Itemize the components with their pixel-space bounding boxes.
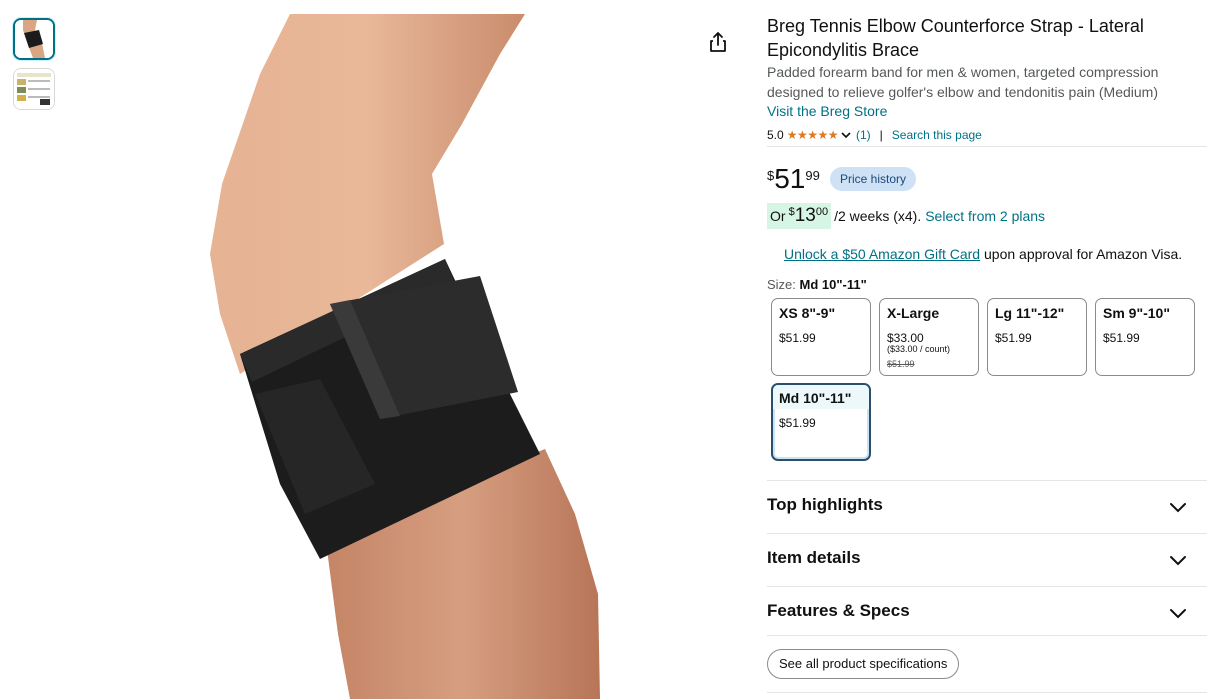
section-title: Item details (767, 548, 861, 567)
price-history-button[interactable]: Price history (830, 167, 917, 191)
chevron-down-icon (1170, 556, 1186, 566)
select-plans-link[interactable]: Select from 2 plans (925, 208, 1045, 224)
thumbnail-infographic[interactable] (13, 68, 55, 110)
size-option-price: $51.99 (779, 416, 816, 430)
size-option-unit-price: ($33.00 / count) (887, 344, 951, 354)
divider (767, 146, 1207, 147)
thumbnail-image (14, 69, 54, 109)
installment-price-badge: Or $ 13 00 (767, 203, 832, 229)
installment-fraction: 00 (815, 206, 829, 218)
price-fraction: 99 (805, 168, 820, 183)
size-option-sm[interactable]: Sm 9"-10" $51.99 (1095, 298, 1195, 376)
giftcard-link[interactable]: Unlock a $50 Amazon Gift Card (784, 246, 980, 262)
size-option-name: XS 8"-9" (779, 305, 836, 321)
size-option-lg[interactable]: Lg 11"-12" $51.99 (987, 298, 1087, 376)
giftcard-offer: Unlock a $50 Amazon Gift Card upon appro… (784, 246, 1182, 262)
size-option-list-price: $51.99 (887, 359, 915, 369)
product-price: $ 51 99 (767, 164, 820, 194)
product-subtitle: Padded forearm band for men & women, tar… (767, 64, 1159, 100)
divider (767, 635, 1207, 636)
installment-text: /2 weeks (x4). (834, 208, 922, 224)
item-details-section[interactable]: Item details (767, 533, 1207, 586)
chevron-down-icon[interactable] (840, 129, 852, 141)
thumbnail-image (15, 20, 53, 58)
installment-offer: Or $ 13 00 /2 weeks (x4). Select from 2 … (767, 203, 1045, 229)
section-title: Features & Specs (767, 601, 910, 620)
section-title: Top highlights (767, 495, 883, 514)
rating-row: 5.0 ★★★★★ (1) | Search this page (767, 127, 982, 143)
rating-count-link[interactable]: (1) (856, 128, 871, 142)
size-label-text: Size: (767, 277, 800, 292)
size-label: Size: Md 10"-11" (767, 277, 867, 292)
chevron-down-icon (1170, 503, 1186, 513)
price-whole: 51 (774, 163, 806, 194)
divider: | (879, 128, 883, 142)
main-product-image[interactable] (200, 14, 600, 699)
installment-or: Or (770, 208, 786, 224)
chevron-down-icon (1170, 609, 1186, 619)
size-option-xs[interactable]: XS 8"-9" $51.99 (771, 298, 871, 376)
price-symbol: $ (767, 168, 775, 183)
divider (767, 692, 1207, 693)
size-option-md[interactable]: Md 10"-11" $51.99 (771, 383, 871, 461)
size-option-price: $51.99 (1103, 331, 1140, 345)
rating-value: 5.0 (767, 128, 784, 142)
elbow-strap-photo (210, 14, 600, 699)
size-option-price: $33.00 (887, 331, 924, 345)
share-button[interactable] (706, 30, 730, 54)
size-option-xl[interactable]: X-Large $33.00 ($33.00 / count) $51.99 (879, 298, 979, 376)
size-selected: Md 10"-11" (799, 277, 867, 292)
thumbnail-elbow-strap[interactable] (13, 18, 55, 60)
features-specs-section[interactable]: Features & Specs (767, 586, 1207, 639)
size-option-price: $51.99 (779, 331, 816, 345)
top-highlights-section[interactable]: Top highlights (767, 480, 1207, 533)
size-option-name: X-Large (887, 305, 940, 321)
size-option-name: Sm 9"-10" (1103, 305, 1170, 321)
star-rating-icon[interactable]: ★★★★★ (787, 128, 839, 142)
share-icon (710, 32, 726, 52)
size-option-name: Lg 11"-12" (995, 305, 1065, 321)
see-all-specs-button[interactable]: See all product specifications (767, 649, 960, 679)
store-link[interactable]: Visit the Breg Store (767, 103, 887, 119)
size-option-name: Md 10"-11" (779, 390, 852, 406)
giftcard-text: upon approval for Amazon Visa. (980, 246, 1183, 262)
size-option-price: $51.99 (995, 331, 1032, 345)
product-title: Breg Tennis Elbow Counterforce Strap - L… (767, 16, 1144, 60)
installment-whole: 13 (794, 205, 816, 226)
search-page-link[interactable]: Search this page (892, 128, 982, 142)
